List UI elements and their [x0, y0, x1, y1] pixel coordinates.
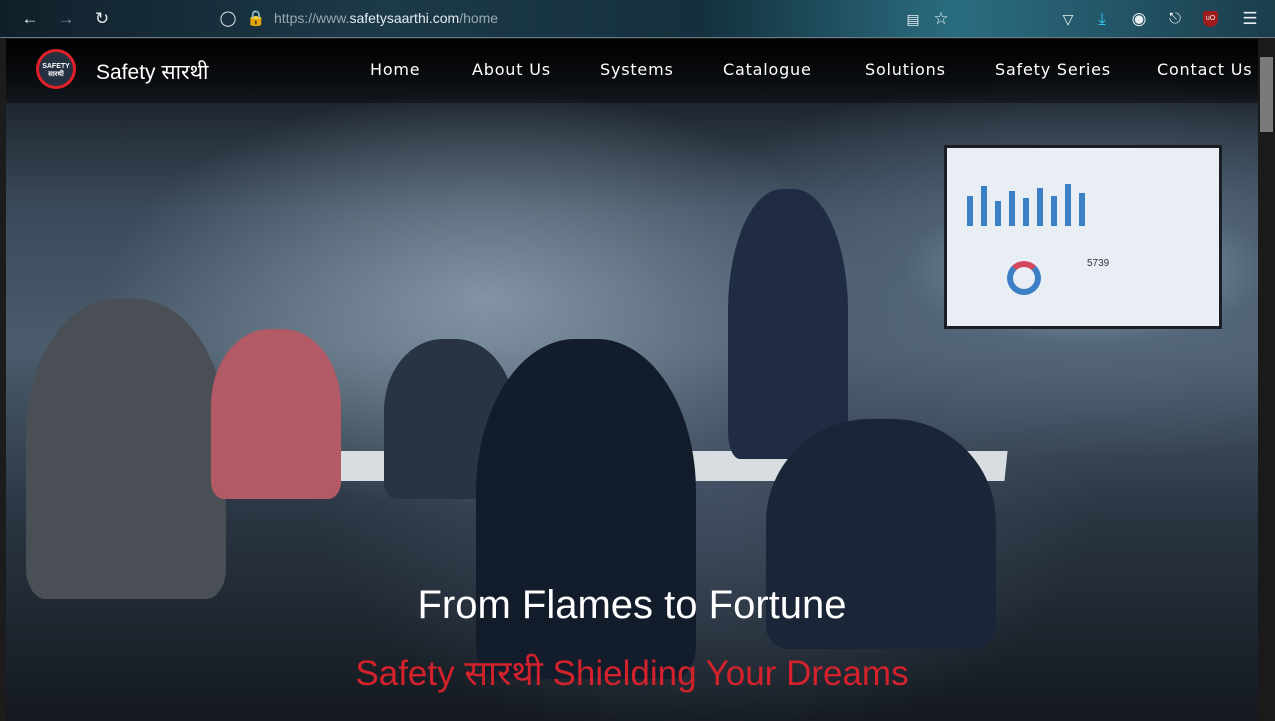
reload-icon[interactable]: ↻	[91, 8, 113, 30]
menu-icon[interactable]: ☰	[1239, 8, 1261, 30]
person-image	[211, 329, 341, 499]
scrollbar-thumb[interactable]	[1260, 57, 1273, 132]
extensions-icon[interactable]: ⎋	[1164, 8, 1186, 30]
url-bar[interactable]: https://www.safetysaarthi.com/home	[274, 10, 498, 26]
shield-icon[interactable]: ◯	[217, 8, 239, 30]
nav-home[interactable]: Home	[370, 60, 420, 79]
nav-safety-series[interactable]: Safety Series	[995, 60, 1111, 79]
screen-number: 5739	[1087, 258, 1110, 269]
nav-catalogue[interactable]: Catalogue	[723, 60, 812, 79]
url-domain: safetysaarthi.com	[349, 10, 460, 26]
ublock-icon[interactable]: uO	[1203, 11, 1218, 27]
nav-systems[interactable]: Systems	[600, 60, 674, 79]
nav-contact-us[interactable]: Contact Us	[1157, 60, 1252, 79]
presentation-screen-image: 5739	[944, 145, 1222, 329]
navbar: SAFETY सारथी Safety सारथी Home About Us S…	[6, 39, 1258, 103]
hero-section: 5739 SAFETY सारथी Safety सारथी Home About…	[6, 39, 1258, 721]
url-prefix: https://www.	[274, 10, 350, 26]
pocket-icon[interactable]: ▽	[1057, 8, 1079, 30]
hero-subtitle: Safety सारथी Shielding Your Dreams	[355, 654, 909, 693]
hero-title: From Flames to Fortune	[417, 583, 847, 627]
account-icon[interactable]: ◉	[1128, 8, 1150, 30]
person-image	[26, 299, 226, 599]
nav-solutions[interactable]: Solutions	[865, 60, 946, 79]
person-image	[476, 339, 696, 679]
logo[interactable]: SAFETY सारथी	[36, 49, 76, 89]
download-icon[interactable]: ⤓	[1091, 8, 1113, 30]
bookmark-star-icon[interactable]: ☆	[930, 8, 952, 30]
scrollbar[interactable]	[1258, 39, 1275, 721]
browser-toolbar: ← → ↻ ◯ 🔒 https://www.safetysaarthi.com/…	[0, 0, 1275, 38]
lock-icon[interactable]: 🔒	[245, 8, 267, 30]
nav-about-us[interactable]: About Us	[472, 60, 551, 79]
brand-name[interactable]: Safety सारथी	[96, 58, 208, 86]
url-path: /home	[459, 10, 499, 26]
presenter-image	[728, 189, 848, 459]
forward-icon[interactable]: →	[55, 8, 77, 30]
back-icon[interactable]: ←	[19, 8, 41, 30]
reader-view-icon[interactable]: ▤	[902, 8, 924, 30]
donut-chart-image	[1007, 261, 1041, 295]
